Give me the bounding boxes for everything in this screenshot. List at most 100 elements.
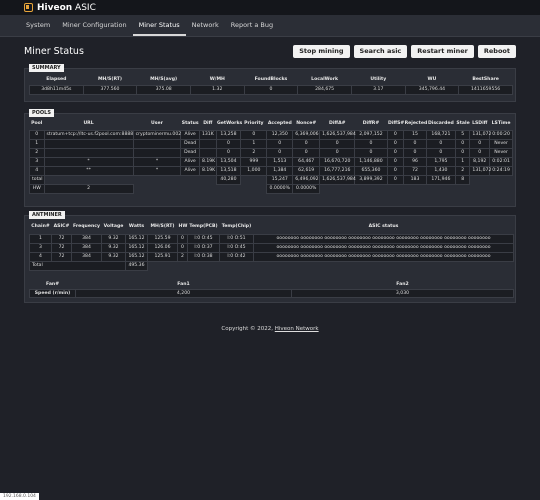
pool-cell [198,147,217,158]
pool-cell: 1,384 [266,165,294,176]
pool-cell: 0 [454,138,471,149]
pool-cell: 0 [29,129,45,140]
antminer-header: Frequency [73,224,100,230]
pool-cell: 6,369,006 [292,129,321,140]
chain-cell: 126.06 [147,242,178,253]
antminer-header: HW [178,224,188,230]
pool-cell: 1,000 [240,165,268,176]
pool-cell: 0.0000% [266,183,294,194]
chain-cell: 165.12 [125,251,148,262]
antminer-section: ANTMINER Chain# ASIC# Frequency Voltage Watt… [24,211,516,303]
pool-cell: Dead [180,138,200,149]
pool-cell [199,184,216,193]
pool-cell: 3,899,392 [354,174,388,185]
antminer-header: ASIC status [368,224,399,230]
nav-item-network[interactable]: Network [186,15,225,36]
pool-cell [133,184,181,193]
summary-header: WU [427,77,437,83]
stop-mining-button[interactable]: Stop mining [293,45,350,58]
pool-cell [404,184,427,193]
chain-total-row: Total 495.36 [29,260,514,271]
pool-header: DiffR# [362,121,380,127]
pool-cell: 1 [454,156,471,167]
pool-cell [199,175,216,184]
pools-title: POOLS [29,109,54,117]
pool-cell: 6,496,092 [292,174,321,185]
restart-miner-button[interactable]: Restart miner [411,45,474,58]
footer: Copyright © 2022, Hiveon Network [0,326,540,332]
pool-cell: 0 [454,147,471,158]
pool-cell: 13,258 [215,129,242,140]
chain-row: 3 72 384 9.32 165.12 126.06 0 l:0 O:37 l:0 O:45 o… [29,242,514,253]
pool-row: 3 * * Alive 8.19K 13,504 999 1,513 64,467 16,670,… [29,156,513,167]
pool-cell: Never [489,147,513,158]
summary-section: SUMMARY Elapsed MH/S(RT) MH/S(avg) W/MH Foun… [24,64,516,102]
pool-cell: 5 [454,129,471,140]
chain-cell: 1 [29,233,52,244]
chain-cell: 125.91 [147,251,178,262]
pools-table: Pool URL User Status Diff GetWorks Priority Acc… [29,118,513,194]
pool-header: LSDiff [472,121,488,127]
pool-header: Nonce# [296,121,317,127]
pool-row: 2 Dead 0 2 0 0 0 0 0 0 0 0 0 Never [29,147,513,158]
antminer-table: Chain# ASIC# Frequency Voltage Watts MH/S(RT)… [29,220,514,271]
pool-cell: 1,626,537,984 [319,174,356,185]
fan-table: Fan# Fan1 Fan2 Speed (r/min) 4,200 3,030 [29,280,514,298]
pool-cell [181,184,200,193]
brand-bold: Hiveon [37,2,73,13]
pool-cell: 0 [469,147,491,158]
status-bar-url: 192.168.0.104 [0,493,39,500]
pool-cell [355,184,387,193]
pool-cell: total [29,174,45,185]
nav-item-miner-status[interactable]: Miner Status [132,15,186,36]
pool-cell: 168,721 [425,129,456,140]
pool-header: Pool [31,121,43,127]
pool-row: 0 stratum+tcp://ltc-us.f2pool.com:8888 cry… [29,129,513,140]
pool-cell [216,184,241,193]
summary-table: Elapsed MH/S(RT) MH/S(avg) W/MH FoundBlocks L… [29,75,513,95]
chain-cell: l:0 O:51 [219,233,254,244]
reboot-button[interactable]: Reboot [477,45,516,58]
hiveon-network-link[interactable]: Hiveon Network [275,326,319,332]
pool-cell [44,175,133,184]
fan1-speed: 4,200 [75,288,292,298]
pools-section: POOLS Pool URL User Status Diff GetWorks Prior… [24,109,516,207]
chain-row: 1 72 384 9.32 165.12 125.59 0 l:0 O:45 l:0 O:51 o… [29,233,514,244]
chain-cell: 4 [29,251,52,262]
pool-cell: 0 [240,129,268,140]
pool-header: Status [181,121,199,127]
summary-header: FoundBlocks [254,77,288,83]
fan2-header: Fan2 [396,281,409,287]
chain-cell: 384 [71,233,102,244]
copyright-text: Copyright © 2022, [221,326,275,332]
antminer-header: Watts [128,224,145,230]
pool-cell: 2 [29,147,45,158]
chain-cell: 72 [51,251,72,262]
summary-header: Utility [370,77,387,83]
pool-cell: HW [29,183,45,194]
pool-cell: 131,072 [469,129,491,140]
chain-cell: 0 [177,242,188,253]
pool-cell: 0 [386,165,405,176]
pool-cell: 0 [403,147,427,158]
pool-cell: 0 [386,138,405,149]
pool-cell: 0 [319,147,356,158]
chain-cell: 125.59 [147,233,178,244]
pool-cell: Never [489,138,513,149]
chain-cell: l:0 O:45 [187,233,220,244]
nav-item-report-a-bug[interactable]: Report a Bug [225,15,279,36]
pool-cell [132,138,182,149]
pool-header: Discarded [427,121,454,127]
pool-cell [470,175,490,184]
brand[interactable]: Hiveon ASIC [37,3,96,13]
pool-cell: Alive [180,165,200,176]
pool-cell: 0 [292,147,321,158]
chain-cell: 165.12 [125,233,148,244]
summary-value: 375.08 [136,84,191,95]
search-asic-button[interactable]: Search asic [353,45,408,58]
pool-cell: 999 [240,156,268,167]
pool-cell: 12,350 [266,129,294,140]
nav-item-miner-configuration[interactable]: Miner Configuration [56,15,132,36]
nav-item-system[interactable]: System [20,15,56,36]
pool-cell [320,184,355,193]
